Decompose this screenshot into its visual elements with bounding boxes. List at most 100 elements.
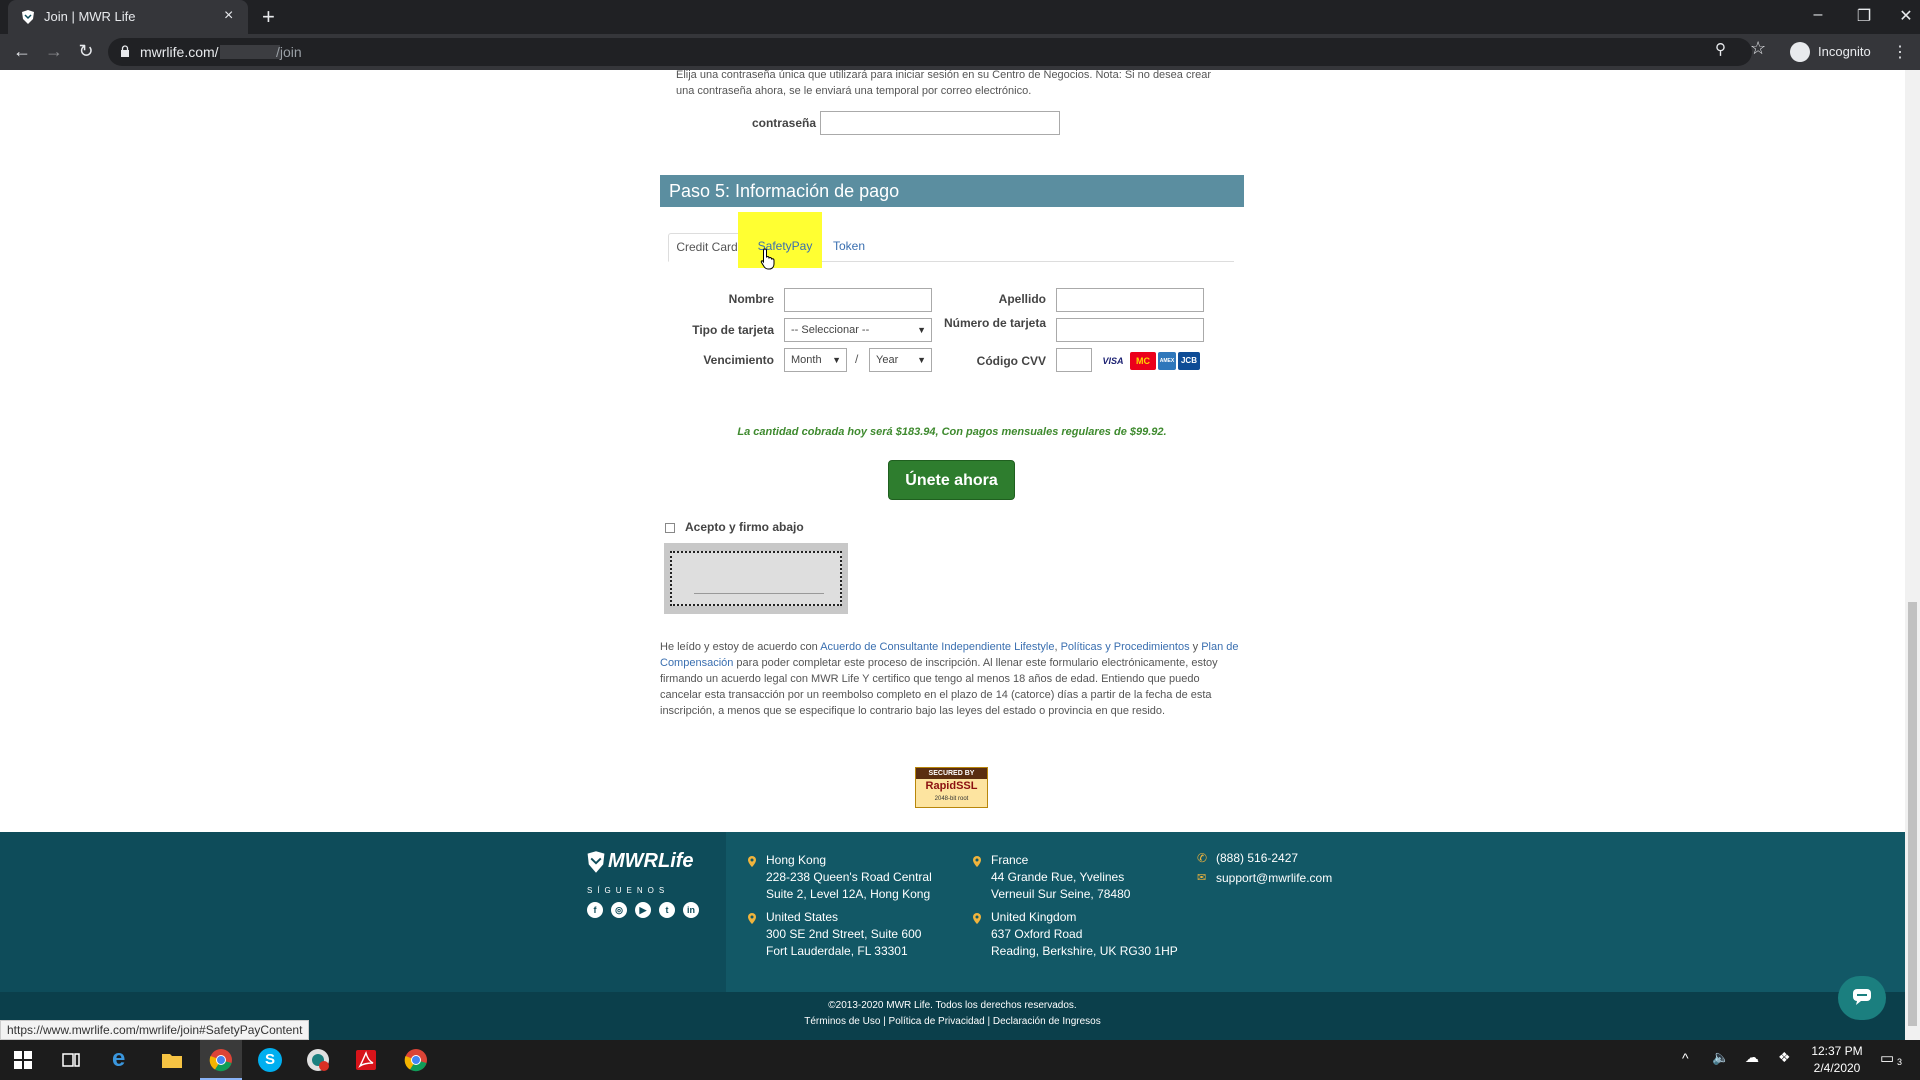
location-pin-icon [973,856,981,867]
month-select[interactable]: Month ▼ [784,348,847,372]
visa-icon: VISA [1102,356,1124,366]
accept-label: Acepto y firmo abajo [685,520,804,534]
facebook-icon[interactable]: f [587,902,603,918]
password-input[interactable] [820,111,1060,135]
back-icon[interactable]: ← [10,41,34,62]
browser-tab[interactable]: Join | MWR Life × [8,0,248,34]
office-line2: Reading, Berkshire, UK RG30 1HP [991,944,1178,958]
zoom-icon[interactable]: ⚲ [1715,40,1726,58]
mastercard-icon: MC [1130,352,1156,370]
page-scrollbar[interactable] [1905,70,1920,1040]
dropbox-icon[interactable]: ❖ [1778,1049,1791,1066]
year-value: Year [876,354,899,366]
clock-time[interactable]: 12:37 PM [1802,1044,1872,1058]
tipo-tarjeta-label: Tipo de tarjeta [692,323,774,337]
task-view-icon[interactable] [62,1051,80,1069]
charge-note: La cantidad cobrada hoy será $183.94, Co… [737,426,1167,438]
incognito-icon[interactable] [1790,42,1810,62]
close-window-icon[interactable]: ✕ [1894,6,1918,26]
dropdown-arrow-icon: ▼ [917,325,926,335]
chrome-icon-2[interactable] [404,1048,428,1072]
bookmark-star-icon[interactable]: ☆ [1750,38,1766,59]
linkedin-icon[interactable]: in [683,902,699,918]
consultant-agreement-link[interactable]: Acuerdo de Consultante Independiente Lif… [820,641,1054,653]
skype-icon[interactable]: S [258,1048,282,1072]
chrome-icon[interactable] [209,1048,233,1072]
tab-token[interactable]: Token [824,233,874,262]
copyright: ©2013-2020 MWR Life. Todos los derechos … [828,1000,1077,1011]
minimize-icon[interactable]: – [1806,6,1830,24]
nombre-input[interactable] [784,288,932,312]
signature-pad[interactable] [664,543,848,614]
policies-link[interactable]: Políticas y Procedimientos [1061,641,1190,653]
scrollbar-thumb[interactable] [1908,602,1917,1026]
reload-icon[interactable]: ↻ [74,41,98,62]
browser-toolbar: ← → ↻ mwrlife.com/ /join ⚲ ☆ Incognito ⋮ [0,34,1920,70]
mwr-life-logo[interactable]: MWRLife [586,848,706,878]
apellido-input[interactable] [1056,288,1204,312]
chat-button[interactable] [1838,976,1886,1020]
restore-icon[interactable]: ❐ [1852,6,1876,26]
office-city: United States [766,910,839,924]
instagram-icon[interactable]: ◎ [611,902,627,918]
vencimiento-label: Vencimiento [703,353,774,367]
close-tab-icon[interactable]: × [224,7,233,25]
dropdown-arrow-icon: ▼ [832,355,841,365]
mwr-shield-icon [587,851,605,873]
app-badge-icon[interactable] [306,1048,330,1072]
phone-number[interactable]: (888) 516-2427 [1216,850,1298,867]
notifications-icon[interactable]: ▭ [1880,1049,1894,1067]
office-line1: 300 SE 2nd Street, Suite 600 [766,927,922,941]
lock-icon [121,45,129,57]
tray-chevron-up-icon[interactable]: ^ [1682,1050,1689,1066]
signature-line [694,593,824,594]
office-line2: Suite 2, Level 12A, Hong Kong [766,887,931,901]
ssl-badge-bot: 2048-bit root [934,796,969,802]
year-select[interactable]: Year ▼ [869,348,932,372]
location-pin-icon [973,913,981,924]
follow-us-label: SÍGUENOS [587,886,670,895]
forward-icon[interactable]: → [42,41,66,62]
acrobat-icon[interactable] [354,1048,378,1072]
file-explorer-icon[interactable] [160,1048,184,1072]
legal-sep2: y [1189,641,1202,653]
join-now-button[interactable]: Únete ahora [888,460,1015,500]
office-line2: Fort Lauderdale, FL 33301 [766,944,908,958]
volume-icon[interactable]: 🔈 [1712,1049,1729,1066]
tipo-tarjeta-select[interactable]: -- Seleccionar -- ▼ [784,318,932,342]
office-united-kingdom: United Kingdom 637 Oxford Road Reading, … [991,909,1178,960]
clock-date[interactable]: 2/4/2020 [1802,1061,1872,1075]
tab-credit-card[interactable]: Credit Card [668,233,746,262]
support-email[interactable]: support@mwrlife.com [1216,870,1332,887]
tab-safetypay[interactable]: SafetyPay [746,233,824,262]
phone-icon: ✆ [1197,851,1208,865]
hand-cursor-icon [760,248,775,270]
twitter-icon[interactable]: t [659,902,675,918]
numero-tarjeta-input[interactable] [1056,318,1204,342]
windows-start-icon[interactable] [14,1051,32,1069]
onedrive-icon[interactable]: ☁ [1745,1049,1759,1066]
dropdown-arrow-icon: ▼ [917,355,926,365]
youtube-icon[interactable]: ▶ [635,902,651,918]
office-line1: 44 Grande Rue, Yvelines [991,870,1125,884]
address-bar[interactable]: mwrlife.com/ /join [108,38,1752,66]
accept-checkbox[interactable] [665,523,675,533]
rapidssl-badge[interactable]: SECURED BY RapidSSL 2048-bit root [915,767,988,808]
apellido-label: Apellido [998,292,1046,306]
office-france: France 44 Grande Rue, Yvelines Verneuil … [991,852,1130,903]
ssl-badge-mid: RapidSSL [925,780,978,792]
edge-icon[interactable]: e [112,1047,136,1072]
email-icon: ✉ [1197,872,1207,884]
incognito-label[interactable]: Incognito [1818,44,1871,59]
signature-area[interactable] [670,551,842,606]
cvv-label: Código CVV [976,354,1046,368]
browser-tab-bar: Join | MWR Life × + – ❐ ✕ [0,0,1920,34]
windows-taskbar: e S ^ 🔈 ☁ ❖ 12:37 PM 2/4/2020 ▭ 3 [0,1040,1920,1080]
password-label: contraseña [751,116,816,130]
browser-menu-icon[interactable]: ⋮ [1892,42,1908,62]
new-tab-icon[interactable]: + [262,4,275,30]
logo-text: MWRLife [608,850,694,872]
url-path: /join [276,44,302,60]
cvv-input[interactable] [1056,348,1092,372]
office-city: United Kingdom [991,910,1077,924]
